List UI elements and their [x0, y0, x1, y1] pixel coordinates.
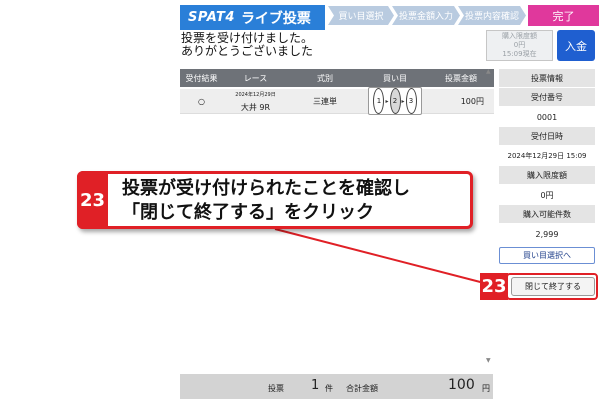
instruction-text: 投票が受け付けられたことを確認し 「閉じて終了する」をクリック: [122, 177, 410, 225]
summary-footer: 投票 1 件 合計金額 100 円: [180, 374, 493, 399]
instruction-line-2: 「閉じて終了する」をクリック: [122, 202, 374, 223]
footer-vote-label: 投票: [268, 384, 284, 393]
instruction-line-1: 投票が受け付けられたことを確認し: [122, 178, 410, 199]
footer-total: 100: [448, 377, 475, 393]
connector-line: [274, 228, 489, 285]
footer-total-unit: 円: [482, 384, 490, 393]
footer-count-unit: 件: [325, 384, 333, 393]
step-badge-large: 23: [77, 171, 108, 229]
footer-total-label: 合計金額: [346, 384, 378, 393]
footer-count: 1: [311, 378, 320, 393]
